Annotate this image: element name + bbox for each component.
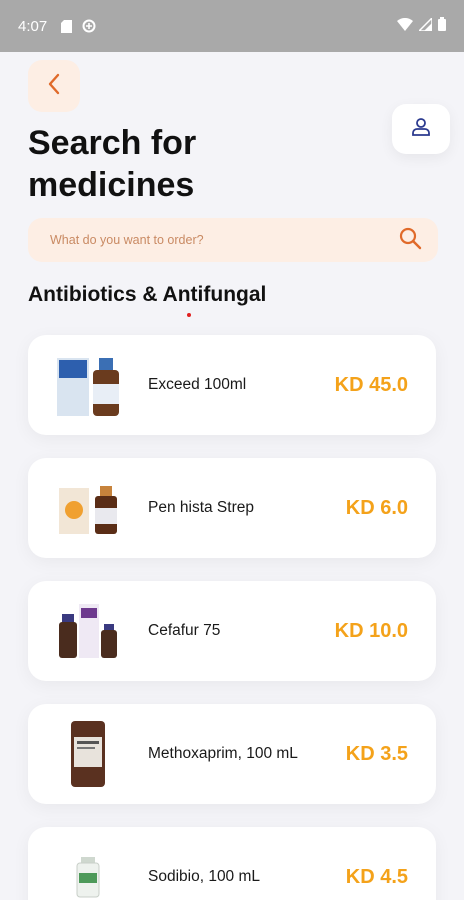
product-card[interactable]: Pen hista Strep KD 6.0 <box>28 458 436 558</box>
product-card[interactable]: Cefafur 75 KD 10.0 <box>28 581 436 681</box>
product-name: Cefafur 75 <box>148 622 221 639</box>
product-card[interactable]: Sodibio, 100 mL KD 4.5 <box>28 827 436 900</box>
search-input[interactable]: What do you want to order? <box>28 218 438 262</box>
search-placeholder: What do you want to order? <box>50 233 204 247</box>
product-price: KD 3.5 <box>345 742 408 765</box>
battery-icon <box>438 17 446 35</box>
page-title: Search for medicines <box>28 124 197 204</box>
sd-card-icon <box>61 19 73 33</box>
product-price: KD 10.0 <box>334 619 408 642</box>
status-time: 4:07 <box>18 17 48 35</box>
product-name: Methoxaprim, 100 mL <box>148 745 298 762</box>
status-bar: 4:07 <box>0 0 464 52</box>
signal-icon <box>417 15 433 35</box>
product-name: Exceed 100ml <box>148 376 247 393</box>
product-image <box>28 581 148 681</box>
product-image <box>28 335 148 435</box>
user-icon <box>411 117 431 142</box>
section-title: Antibiotics & Antifungal <box>28 283 267 306</box>
wifi-icon <box>397 17 413 35</box>
product-image <box>28 827 148 900</box>
back-button[interactable] <box>28 60 80 112</box>
product-price: KD 4.5 <box>345 865 408 888</box>
chevron-left-icon <box>47 73 61 100</box>
product-card[interactable]: Methoxaprim, 100 mL KD 3.5 <box>28 704 436 804</box>
product-name: Sodibio, 100 mL <box>148 868 261 885</box>
product-price: KD 45.0 <box>334 373 408 396</box>
product-image <box>28 458 148 558</box>
product-image <box>28 704 148 804</box>
search-icon[interactable] <box>398 226 422 255</box>
product-price: KD 6.0 <box>345 496 408 519</box>
data-saver-icon <box>82 19 96 33</box>
profile-button[interactable] <box>392 104 450 154</box>
product-name: Pen hista Strep <box>148 499 254 516</box>
active-indicator-dot <box>187 313 191 317</box>
product-card[interactable]: Exceed 100ml KD 45.0 <box>28 335 436 435</box>
